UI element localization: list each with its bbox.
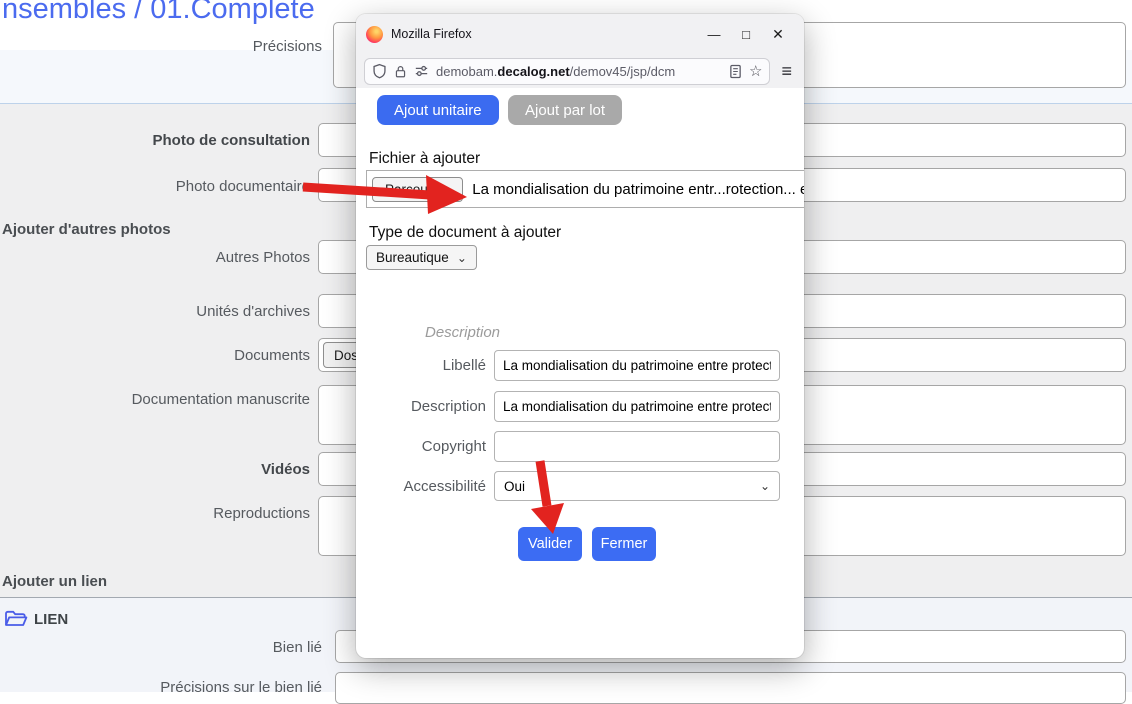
fermer-button[interactable]: Fermer bbox=[592, 527, 656, 561]
fichier-a-ajouter-label: Fichier à ajouter bbox=[369, 150, 480, 168]
url-prefix: demobam. bbox=[436, 64, 497, 79]
precisions-label: Précisions bbox=[0, 38, 322, 55]
permissions-icon[interactable] bbox=[414, 64, 429, 78]
minimize-button[interactable]: — bbox=[698, 20, 730, 48]
description-section-header: Description bbox=[425, 324, 500, 341]
browse-button[interactable]: Parcourir... bbox=[372, 177, 463, 202]
window-title: Mozilla Firefox bbox=[391, 27, 472, 41]
window-titlebar: Mozilla Firefox — □ ✕ bbox=[356, 14, 804, 54]
copyright-label: Copyright bbox=[356, 438, 486, 455]
firefox-popup-window: Mozilla Firefox — □ ✕ demobam.decalog.ne… bbox=[356, 14, 804, 658]
maximize-button[interactable]: □ bbox=[730, 20, 762, 48]
folder-icon bbox=[4, 609, 28, 629]
url-text[interactable]: demobam.decalog.net/demov45/jsp/dcm bbox=[436, 64, 722, 79]
browser-toolbar: demobam.decalog.net/demov45/jsp/dcm ☆ ≡ bbox=[356, 54, 804, 88]
chevron-down-icon: ⌄ bbox=[457, 252, 467, 264]
type-document-value: Bureautique bbox=[376, 250, 449, 265]
bookmark-star-icon[interactable]: ☆ bbox=[749, 62, 762, 80]
photo-consultation-label: Photo de consultation bbox=[0, 132, 310, 149]
shield-icon[interactable] bbox=[372, 63, 387, 79]
reproductions-label: Reproductions bbox=[0, 505, 310, 522]
selected-filename: La mondialisation du patrimoine entr...r… bbox=[472, 181, 804, 198]
description-input[interactable] bbox=[494, 391, 780, 422]
menu-hamburger-icon[interactable]: ≡ bbox=[777, 61, 796, 82]
page-title: nsembles / 01.Complete bbox=[2, 0, 315, 26]
section-autres-photos: Ajouter d'autres photos bbox=[2, 221, 171, 238]
tab-ajout-par-lot[interactable]: Ajout par lot bbox=[508, 95, 622, 125]
photo-documentaire-label: Photo documentaire bbox=[0, 178, 310, 195]
documentation-manuscrite-label: Documentation manuscrite bbox=[0, 391, 310, 408]
valider-button[interactable]: Valider bbox=[518, 527, 582, 561]
url-bar[interactable]: demobam.decalog.net/demov45/jsp/dcm ☆ bbox=[364, 58, 770, 85]
libelle-input[interactable] bbox=[494, 350, 780, 381]
section-ajouter-lien: Ajouter un lien bbox=[2, 573, 107, 590]
tab-ajout-unitaire[interactable]: Ajout unitaire bbox=[377, 95, 499, 125]
description-label: Description bbox=[356, 398, 486, 415]
type-document-select[interactable]: Bureautique ⌄ bbox=[366, 245, 477, 270]
lien-title: LIEN bbox=[34, 611, 68, 628]
libelle-label: Libellé bbox=[356, 357, 486, 374]
reader-mode-icon[interactable] bbox=[729, 64, 742, 79]
close-button[interactable]: ✕ bbox=[762, 20, 794, 48]
url-domain: decalog.net bbox=[497, 64, 569, 79]
autres-photos-label: Autres Photos bbox=[0, 249, 310, 266]
accessibilite-value: Oui bbox=[504, 479, 525, 494]
file-upload-field[interactable]: Parcourir... La mondialisation du patrim… bbox=[366, 170, 804, 208]
precisions-bien-lie-input[interactable] bbox=[335, 672, 1126, 704]
videos-label: Vidéos bbox=[0, 461, 310, 478]
url-path: /demov45/jsp/dcm bbox=[570, 64, 676, 79]
chevron-down-icon: ⌄ bbox=[760, 480, 770, 492]
documents-label: Documents bbox=[0, 347, 310, 364]
type-document-label: Type de document à ajouter bbox=[369, 224, 561, 242]
unites-archives-label: Unités d'archives bbox=[0, 303, 310, 320]
precisions-bien-lie-label: Précisions sur le bien lié bbox=[0, 679, 322, 696]
accessibilite-select[interactable]: Oui ⌄ bbox=[494, 471, 780, 501]
firefox-icon bbox=[366, 26, 383, 43]
copyright-input[interactable] bbox=[494, 431, 780, 462]
bien-lie-label: Bien lié bbox=[0, 639, 322, 656]
lock-icon[interactable] bbox=[394, 64, 407, 79]
accessibilite-label: Accessibilité bbox=[356, 478, 486, 495]
